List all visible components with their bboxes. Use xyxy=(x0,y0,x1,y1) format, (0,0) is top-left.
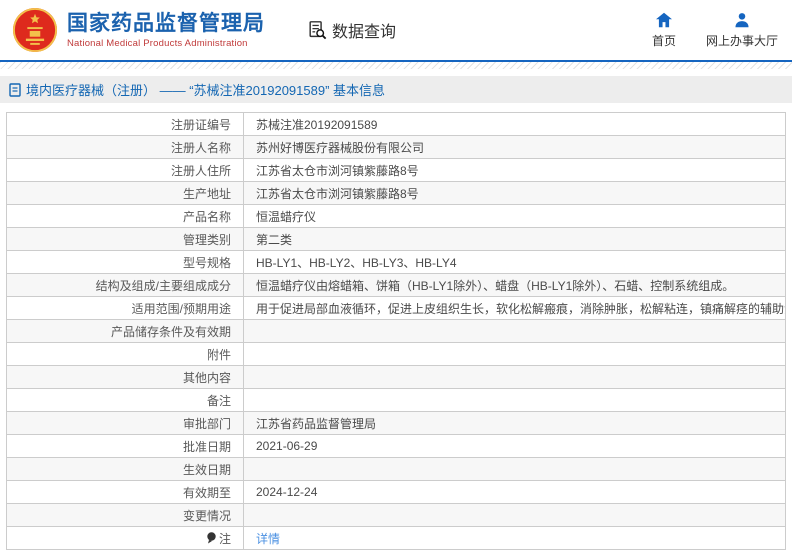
detail-link[interactable]: 详情 xyxy=(256,532,280,546)
nav-online-hall[interactable]: 网上办事大厅 xyxy=(706,12,778,49)
field-label: 审批部门 xyxy=(6,411,244,435)
field-label: 注 xyxy=(6,526,244,550)
field-label: 有效期至 xyxy=(6,480,244,504)
table-row: 适用范围/预期用途 用于促进局部血液循环，促进上皮组织生长，软化松解瘢痕，消除肿胀… xyxy=(6,296,786,320)
field-value: 2021-06-29 xyxy=(243,434,786,458)
field-value: 苏州好博医疗器械股份有限公司 xyxy=(243,135,786,159)
field-value: 第二类 xyxy=(243,227,786,251)
table-row: 有效期至 2024-12-24 xyxy=(6,480,786,504)
table-row: 生产地址 江苏省太仓市浏河镇紫藤路8号 xyxy=(6,181,786,205)
table-row: 注详情 xyxy=(6,526,786,550)
table-row: 注册人名称 苏州好博医疗器械股份有限公司 xyxy=(6,135,786,159)
field-value: HB-LY1、HB-LY2、HB-LY3、HB-LY4 xyxy=(243,250,786,274)
field-label: 备注 xyxy=(6,388,244,412)
table-row: 结构及组成/主要组成成分 恒温蜡疗仪由熔蜡箱、饼箱（HB-LY1除外）、蜡盘（HB… xyxy=(6,273,786,297)
field-label: 适用范围/预期用途 xyxy=(6,296,244,320)
field-value: 苏械注准20192091589 xyxy=(243,112,786,136)
field-label: 注册人名称 xyxy=(6,135,244,159)
breadcrumb-text: 境内医疗器械（注册） —— “苏械注准20192091589” 基本信息 xyxy=(26,83,386,98)
field-label: 产品储存条件及有效期 xyxy=(6,319,244,343)
field-label: 注册人住所 xyxy=(6,158,244,182)
field-label: 生效日期 xyxy=(6,457,244,481)
stripe-divider xyxy=(0,62,792,69)
table-row: 型号规格 HB-LY1、HB-LY2、HB-LY3、HB-LY4 xyxy=(6,250,786,274)
home-icon xyxy=(655,12,672,27)
field-value xyxy=(243,365,786,389)
national-emblem-logo xyxy=(12,7,58,53)
table-row: 注册证编号 苏械注准20192091589 xyxy=(6,112,786,136)
field-value: 江苏省药品监督管理局 xyxy=(243,411,786,435)
data-query-label: 数据查询 xyxy=(332,24,397,41)
field-label: 附件 xyxy=(6,342,244,366)
field-value: 恒温蜡疗仪 xyxy=(243,204,786,228)
field-value: 恒温蜡疗仪由熔蜡箱、饼箱（HB-LY1除外）、蜡盘（HB-LY1除外）、石蜡、控… xyxy=(243,273,786,297)
agency-subtitle: National Medical Products Administration xyxy=(67,37,248,49)
brand-block: 国家药品监督管理局 National Medical Products Admi… xyxy=(67,12,265,49)
field-label: 产品名称 xyxy=(6,204,244,228)
field-label: 注册证编号 xyxy=(6,112,244,136)
table-row: 审批部门 江苏省药品监督管理局 xyxy=(6,411,786,435)
breadcrumb: 境内医疗器械（注册） —— “苏械注准20192091589” 基本信息 xyxy=(0,76,792,103)
registration-info-table: 注册证编号 苏械注准20192091589 注册人名称 苏州好博医疗器械股份有限公司注… xyxy=(6,112,786,550)
header: 国家药品监督管理局 National Medical Products Admi… xyxy=(0,0,792,62)
agency-title: 国家药品监督管理局 xyxy=(67,11,265,35)
field-value xyxy=(243,319,786,343)
note-icon xyxy=(207,531,216,543)
doc-search-icon xyxy=(309,21,327,40)
document-icon xyxy=(9,82,21,97)
field-value: 江苏省太仓市浏河镇紫藤路8号 xyxy=(243,181,786,205)
table-row: 生效日期 xyxy=(6,457,786,481)
field-label: 批准日期 xyxy=(6,434,244,458)
table-row: 备注 xyxy=(6,388,786,412)
field-value: 2024-12-24 xyxy=(243,480,786,504)
field-value xyxy=(243,342,786,366)
field-value xyxy=(243,457,786,481)
table-row: 附件 xyxy=(6,342,786,366)
table-row: 注册人住所 江苏省太仓市浏河镇紫藤路8号 xyxy=(6,158,786,182)
table-row: 变更情况 xyxy=(6,503,786,527)
info-table-body: 注册证编号 苏械注准20192091589 注册人名称 苏州好博医疗器械股份有限公司注… xyxy=(6,112,786,550)
nav-home-label: 首页 xyxy=(651,33,676,48)
table-row: 其他内容 xyxy=(6,365,786,389)
field-value: 用于促进局部血液循环，促进上皮组织生长，软化松解瘢痕，消除肿胀，松解粘连，镇痛解… xyxy=(243,296,786,320)
field-value: 江苏省太仓市浏河镇紫藤路8号 xyxy=(243,158,786,182)
field-label: 型号规格 xyxy=(6,250,244,274)
data-query-section[interactable]: 数据查询 xyxy=(307,18,396,42)
field-label: 生产地址 xyxy=(6,181,244,205)
field-label: 结构及组成/主要组成成分 xyxy=(6,273,244,297)
field-value xyxy=(243,388,786,412)
field-value xyxy=(243,503,786,527)
table-row: 产品名称 恒温蜡疗仪 xyxy=(6,204,786,228)
table-row: 批准日期 2021-06-29 xyxy=(6,434,786,458)
field-value: 详情 xyxy=(243,526,786,550)
field-label: 变更情况 xyxy=(6,503,244,527)
nav-online-hall-label: 网上办事大厅 xyxy=(705,33,778,48)
person-icon xyxy=(735,12,749,27)
field-label: 其他内容 xyxy=(6,365,244,389)
nav-home[interactable]: 首页 xyxy=(652,12,676,49)
table-row: 产品储存条件及有效期 xyxy=(6,319,786,343)
field-label: 管理类别 xyxy=(6,227,244,251)
table-row: 管理类别 第二类 xyxy=(6,227,786,251)
